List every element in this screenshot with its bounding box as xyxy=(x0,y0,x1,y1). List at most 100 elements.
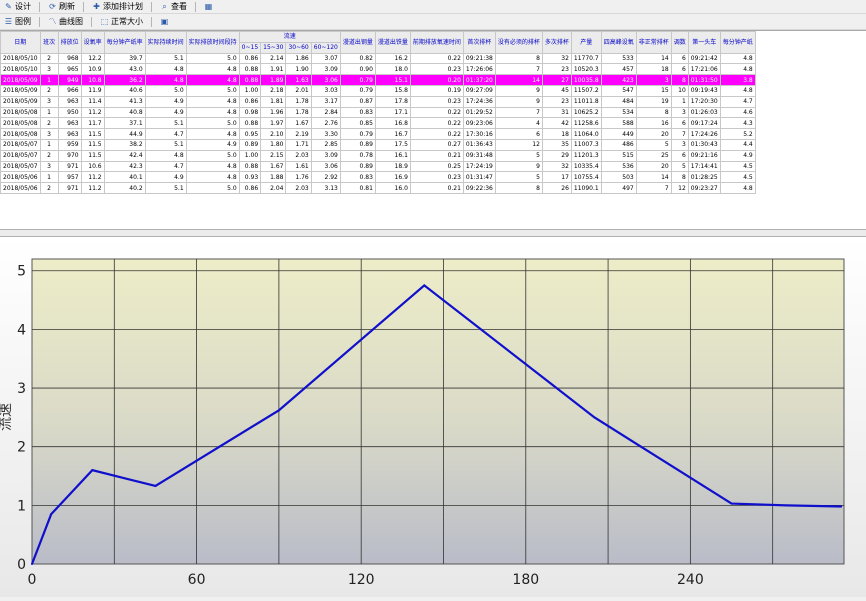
table-cell[interactable]: 1.76 xyxy=(285,171,312,184)
table-cell[interactable]: 4.8 xyxy=(144,74,187,86)
table-cell[interactable]: 14 xyxy=(494,74,543,86)
table-cell[interactable]: 2018/05/09 xyxy=(0,74,41,86)
table-row[interactable]: 2018/05/09 1 949 10.8 36.2 4.8 4.8 0.88 1.89 1.63… xyxy=(0,74,756,86)
view-button[interactable]: ⌕ 查看 xyxy=(160,1,187,12)
table-cell[interactable]: 0.22 xyxy=(409,106,464,119)
table-cell[interactable]: 32 xyxy=(541,52,572,65)
table-cell[interactable]: 1.96 xyxy=(260,106,287,119)
table-cell[interactable]: 0.19 xyxy=(409,84,464,97)
table-cell[interactable]: 18 xyxy=(541,128,572,140)
column-header[interactable]: 非正常排杯 xyxy=(635,31,672,54)
table-cell[interactable]: 2.92 xyxy=(310,171,341,184)
column-header[interactable]: 排放位 xyxy=(57,31,82,54)
table-cell[interactable]: 949 xyxy=(57,74,82,86)
table-cell[interactable]: 20 xyxy=(635,160,672,173)
table-cell[interactable]: 6 xyxy=(494,128,543,140)
table-cell[interactable]: 38.2 xyxy=(103,138,146,151)
column-header[interactable]: 第一头车 xyxy=(687,31,721,54)
column-header[interactable]: 30~60 xyxy=(285,41,312,54)
table-cell[interactable]: 503 xyxy=(600,171,637,184)
table-cell[interactable]: 2018/05/10 xyxy=(0,63,41,76)
table-cell[interactable]: 5.0 xyxy=(185,182,240,194)
table-cell[interactable]: 0.23 xyxy=(409,95,464,108)
table-cell[interactable]: 3 xyxy=(635,74,672,86)
table-cell[interactable]: 484 xyxy=(600,95,637,108)
table-cell[interactable]: 3.06 xyxy=(310,160,341,173)
table-cell[interactable]: 2.14 xyxy=(260,52,287,65)
table-cell[interactable]: 0.86 xyxy=(238,52,262,65)
table-cell[interactable]: 45 xyxy=(541,84,572,97)
table-cell[interactable]: 11507.2 xyxy=(570,84,602,97)
table-cell[interactable]: 4.8 xyxy=(185,171,240,184)
table-cell[interactable]: 12 xyxy=(670,182,689,194)
table-cell[interactable]: 5.0 xyxy=(185,84,240,97)
table-cell[interactable]: 15.1 xyxy=(374,74,411,86)
column-header[interactable]: 每分钟产纸率 xyxy=(103,31,146,54)
table-cell[interactable]: 0.85 xyxy=(339,117,376,130)
table-cell[interactable]: 17.1 xyxy=(374,106,411,119)
table-cell[interactable]: 15.8 xyxy=(374,84,411,97)
column-header[interactable]: 没有必须的排杯 xyxy=(494,31,543,54)
table-cell[interactable]: 0.22 xyxy=(409,117,464,130)
normal-size-button[interactable]: ⬚ 正常大小 xyxy=(100,16,143,27)
table-cell[interactable]: 3.17 xyxy=(310,95,341,108)
table-cell[interactable]: 3 xyxy=(670,138,689,151)
table-cell[interactable]: 2.03 xyxy=(285,182,312,194)
column-header[interactable]: 0~15 xyxy=(238,41,262,54)
table-cell[interactable]: 5.1 xyxy=(144,182,187,194)
table-cell[interactable]: 1 xyxy=(39,106,59,119)
table-cell[interactable]: 3 xyxy=(39,128,59,140)
table-cell[interactable]: 1.61 xyxy=(285,160,312,173)
table-cell[interactable]: 0.81 xyxy=(339,182,376,194)
table-cell[interactable]: 18.9 xyxy=(374,160,411,173)
table-cell[interactable]: 11007.3 xyxy=(570,138,602,151)
table-cell[interactable]: 6 xyxy=(670,149,689,162)
table-cell[interactable]: 0.20 xyxy=(409,74,464,86)
table-cell[interactable]: 4.6 xyxy=(719,106,756,119)
table-cell[interactable]: 4.8 xyxy=(719,63,756,76)
table-cell[interactable]: 37.1 xyxy=(103,117,146,130)
column-header[interactable]: 调数 xyxy=(670,31,689,54)
table-cell[interactable]: 16 xyxy=(635,117,672,130)
table-cell[interactable]: 01:26:03 xyxy=(687,106,721,119)
table-cell[interactable]: 963 xyxy=(57,117,82,130)
table-cell[interactable]: 09:23:27 xyxy=(687,182,721,194)
table-cell[interactable]: 0.88 xyxy=(238,63,262,76)
table-cell[interactable]: 4.8 xyxy=(719,182,756,194)
table-cell[interactable]: 2 xyxy=(39,182,59,194)
table-cell[interactable]: 3 xyxy=(39,95,59,108)
column-header[interactable]: 多次排杯 xyxy=(541,31,572,54)
table-cell[interactable]: 0.86 xyxy=(238,182,262,194)
table-cell[interactable]: 4.8 xyxy=(719,52,756,65)
table-row[interactable]: 2018/05/08 1 950 11.2 40.8 4.9 4.8 0.98 1.96 1.78… xyxy=(0,106,756,119)
table-cell[interactable]: 17:24:26 xyxy=(687,128,721,140)
table-row[interactable]: 2018/05/07 3 971 10.6 42.3 4.7 4.8 0.88 1.67 1.61… xyxy=(0,160,756,173)
table-cell[interactable]: 11.2 xyxy=(80,182,105,194)
table-cell[interactable]: 01:31:50 xyxy=(687,74,721,86)
table-cell[interactable]: 09:19:43 xyxy=(687,84,721,97)
table-cell[interactable]: 17:24:19 xyxy=(462,160,496,173)
table-cell[interactable]: 4 xyxy=(494,117,543,130)
table-cell[interactable]: 39.7 xyxy=(103,52,146,65)
table-cell[interactable]: 40.8 xyxy=(103,106,146,119)
table-cell[interactable]: 0.89 xyxy=(339,138,376,151)
column-header[interactable]: 15~30 xyxy=(260,41,287,54)
table-cell[interactable]: 16.7 xyxy=(374,128,411,140)
table-cell[interactable]: 1.78 xyxy=(285,95,312,108)
splitter[interactable] xyxy=(0,229,866,237)
table-cell[interactable]: 11770.7 xyxy=(570,52,602,65)
table-cell[interactable]: 5.2 xyxy=(719,128,756,140)
curve-button[interactable]: 〽曲线图 xyxy=(48,16,84,27)
column-header[interactable]: 产量 xyxy=(570,31,602,54)
table-cell[interactable]: 1.90 xyxy=(285,63,312,76)
table-cell[interactable]: 11090.1 xyxy=(570,182,602,194)
table-cell[interactable]: 10335.4 xyxy=(570,160,602,173)
table-cell[interactable]: 4.9 xyxy=(144,95,187,108)
table-row[interactable]: 2018/05/09 3 963 11.4 41.3 4.9 4.8 0.86 1.81 1.78… xyxy=(0,95,756,108)
table-cell[interactable]: 11.2 xyxy=(80,171,105,184)
table-cell[interactable]: 2018/05/09 xyxy=(0,95,41,108)
table-cell[interactable]: 4.7 xyxy=(144,128,187,140)
table-cell[interactable]: 5.0 xyxy=(185,52,240,65)
table-cell[interactable]: 534 xyxy=(600,106,637,119)
table-cell[interactable]: 0.83 xyxy=(339,171,376,184)
